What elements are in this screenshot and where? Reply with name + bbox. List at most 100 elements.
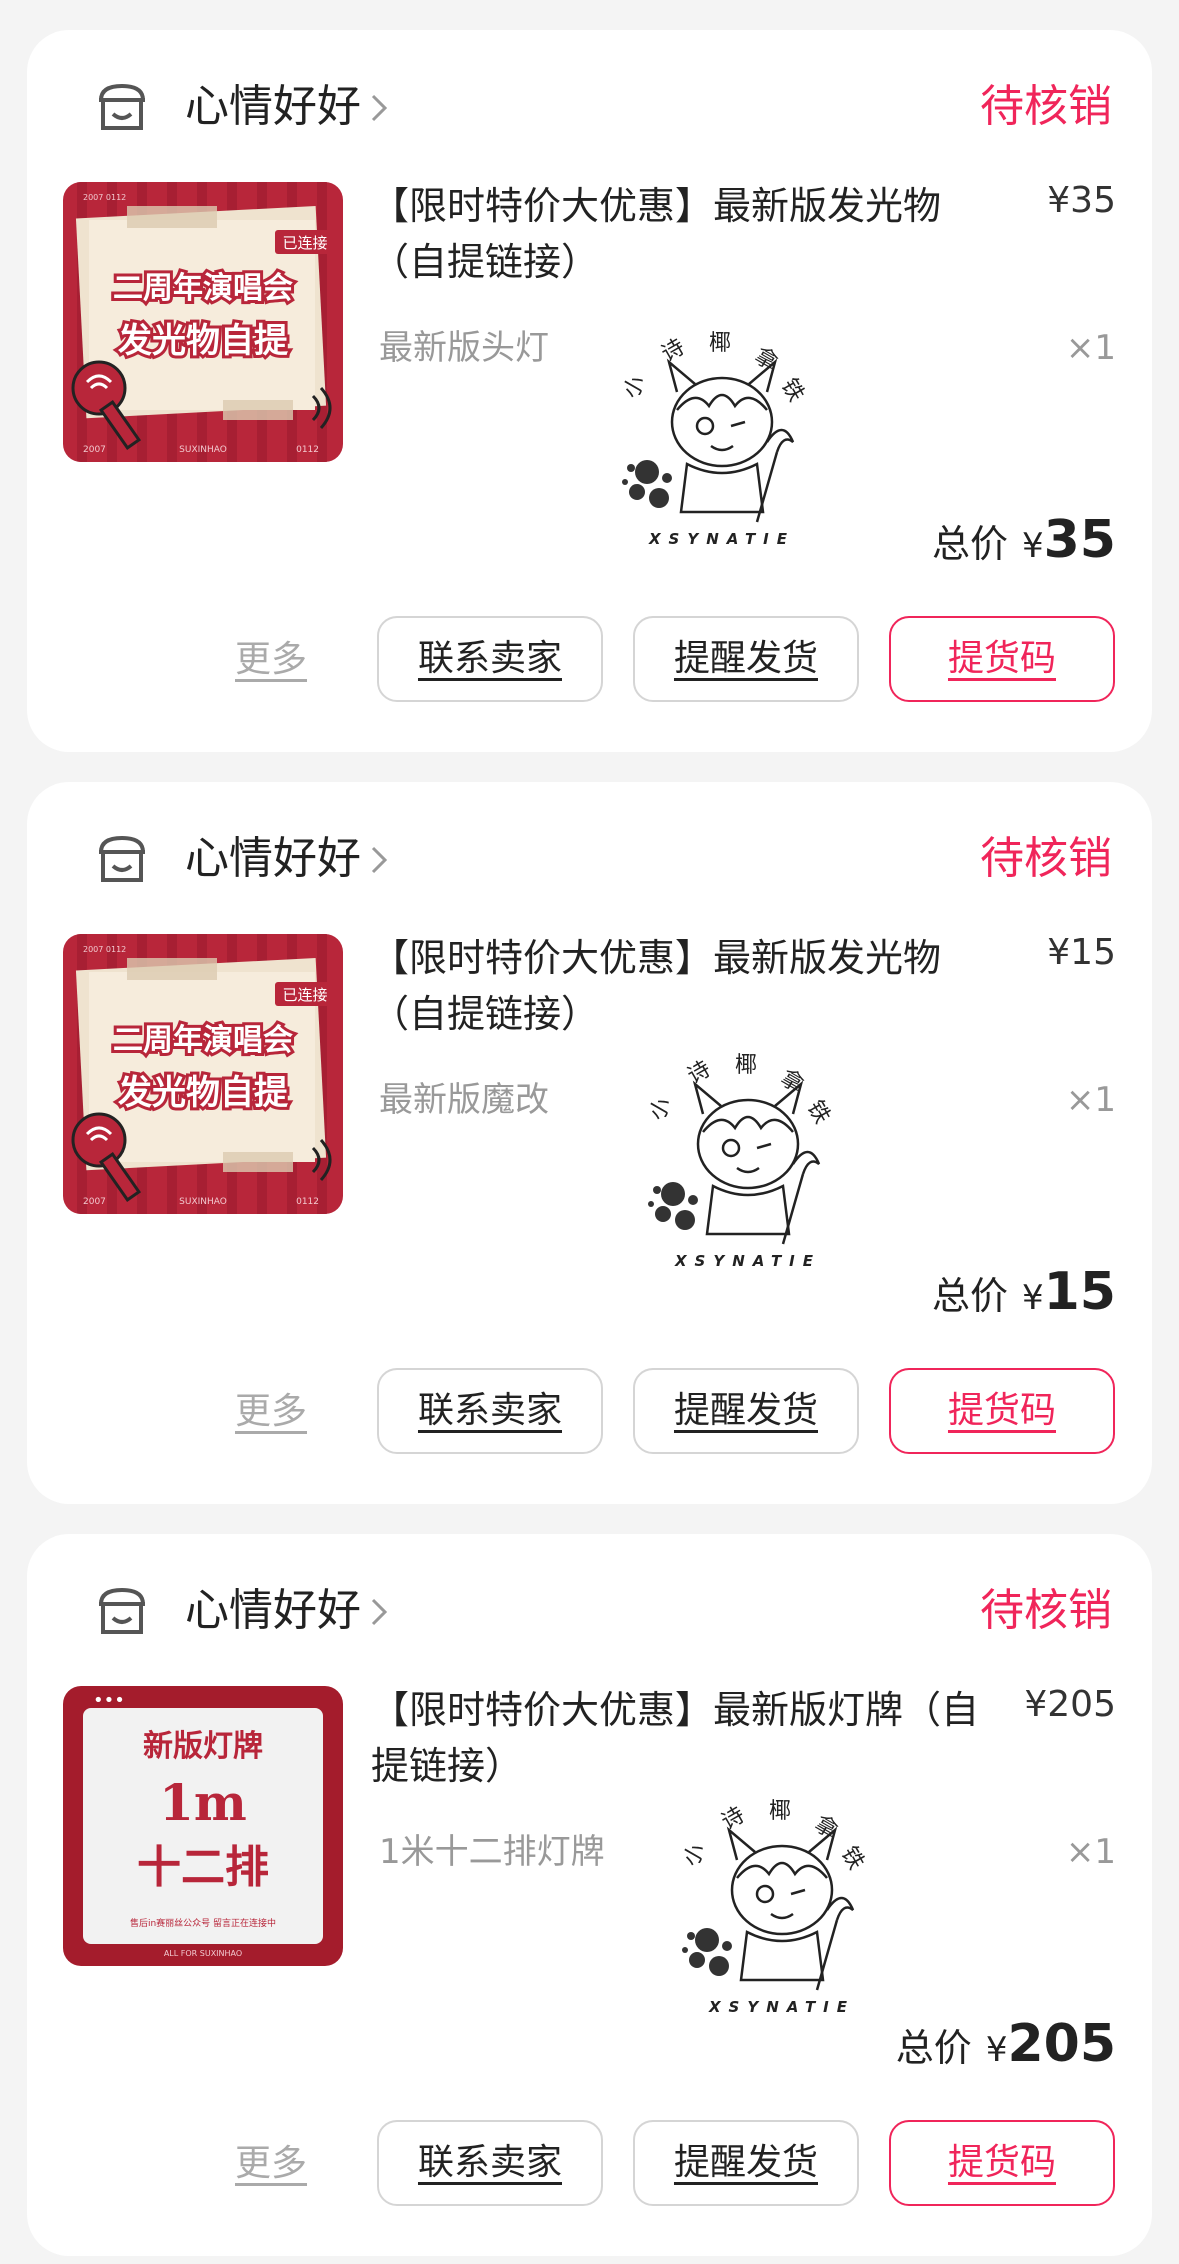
- thumb-line2: 发光物自提: [118, 321, 288, 361]
- contact-seller-button[interactable]: 联系卖家: [377, 616, 603, 702]
- thumb-tag: 已连接: [282, 986, 327, 1004]
- remind-ship-label: 提醒发货: [673, 2142, 818, 2183]
- pickup-code-button[interactable]: 提货码: [889, 616, 1115, 702]
- sticker-char: 椰: [709, 331, 731, 356]
- chevron-right-icon: [371, 846, 388, 874]
- thumb-footer-left: 2007: [83, 445, 106, 455]
- total-value: 205: [1007, 2014, 1116, 2074]
- thumb-dots: •••: [93, 1690, 125, 1711]
- product-image: ••• 新版灯牌 1m 十二排 售后in赛丽丝公众号 留言正在连接中 ALL F…: [63, 1686, 343, 1966]
- thumb-footer-right: 0112: [296, 445, 319, 455]
- thumb-small-text: 售后in赛丽丝公众号 留言正在连接中: [130, 1917, 276, 1929]
- order-card: 心情好好 待核销 已连接 二周年演唱会 发光物自提 2007 SUXINHAO …: [27, 782, 1152, 1504]
- order-list: 心情好好 待核销 已连接 二周年演唱会 发光物自提 2007 SUXINHAO …: [0, 0, 1179, 2264]
- sticker-caption: XSYNATIE: [708, 1998, 855, 2016]
- shop-header[interactable]: 心情好好 待核销: [67, 824, 1112, 894]
- shop-name[interactable]: 心情好好: [185, 824, 361, 894]
- product-title[interactable]: 【限时特价大优惠】最新版灯牌（自提链接）: [371, 1682, 1011, 1794]
- sticker-char: 铁: [836, 1843, 869, 1875]
- thumb-line2: 发光物自提: [118, 1073, 288, 1113]
- product-title[interactable]: 【限时特价大优惠】最新版发光物（自提链接）: [371, 930, 1011, 1042]
- total-currency: ¥: [985, 2030, 1008, 2070]
- total-label: 总价: [931, 522, 1008, 566]
- product-price: ¥15: [1047, 932, 1116, 973]
- remind-ship-button[interactable]: 提醒发货: [633, 1368, 859, 1454]
- order-total: 总价 ¥15: [932, 1262, 1116, 1332]
- product-thumbnail[interactable]: 已连接 二周年演唱会 发光物自提 2007 SUXINHAO 0112 2007…: [63, 182, 343, 462]
- total-value: 35: [1043, 510, 1116, 570]
- order-total: 总价 ¥35: [932, 510, 1116, 580]
- sticker-char: 小: [679, 1839, 712, 1871]
- order-status: 待核销: [980, 833, 1112, 884]
- thumb-footer-mid: SUXINHAO: [179, 445, 227, 455]
- product-quantity: ×1: [1065, 328, 1116, 368]
- product-quantity: ×1: [1065, 1080, 1116, 1120]
- shop-icon: [99, 835, 145, 882]
- sticker-char: 小: [645, 1093, 678, 1125]
- chevron-right-icon: [371, 1598, 388, 1626]
- pickup-code-label: 提货码: [947, 638, 1056, 679]
- thumb-corner: 2007 0112: [83, 945, 126, 954]
- pickup-code-button[interactable]: 提货码: [889, 2120, 1115, 2206]
- remind-ship-label: 提醒发货: [673, 1390, 818, 1431]
- order-status: 待核销: [980, 1585, 1112, 1636]
- contact-seller-button[interactable]: 联系卖家: [377, 2120, 603, 2206]
- pickup-code-button[interactable]: 提货码: [889, 1368, 1115, 1454]
- contact-seller-label: 联系卖家: [417, 1390, 562, 1431]
- sticker-char: 诗: [684, 1057, 716, 1090]
- remind-ship-button[interactable]: 提醒发货: [633, 2120, 859, 2206]
- sticker-char: 铁: [802, 1097, 835, 1129]
- product-variant: 1米十二排灯牌: [379, 1832, 605, 1872]
- shop-header[interactable]: 心情好好 待核销: [67, 1576, 1112, 1646]
- product-quantity: ×1: [1065, 1832, 1116, 1872]
- thumb-tag: 已连接: [282, 234, 327, 252]
- product-price: ¥205: [1024, 1684, 1116, 1725]
- shop-icon: [99, 83, 145, 130]
- watermark-sticker: 小 诗 椰 拿 铁 XSYNATIE: [645, 1053, 835, 1270]
- sticker-char: 椰: [769, 1799, 791, 1824]
- product-thumbnail[interactable]: 已连接 二周年演唱会 发光物自提 2007 SUXINHAO 0112 2007…: [63, 934, 343, 1214]
- total-label: 总价: [931, 1274, 1008, 1318]
- order-card: 心情好好 待核销 ••• 新版灯牌 1m 十二排 售后in赛丽丝公众号 留言正在…: [27, 1534, 1152, 2256]
- product-title[interactable]: 【限时特价大优惠】最新版发光物（自提链接）: [371, 178, 1011, 290]
- thumb-footer: ALL FOR SUXINHAO: [164, 1949, 242, 1958]
- thumb-line1: 新版灯牌: [143, 1729, 263, 1764]
- chevron-right-icon: [371, 94, 388, 122]
- thumb-line1: 二周年演唱会: [113, 271, 293, 306]
- contact-seller-button[interactable]: 联系卖家: [377, 1368, 603, 1454]
- sticker-caption: XSYNATIE: [648, 530, 795, 548]
- order-total: 总价 ¥205: [896, 2014, 1116, 2084]
- total-currency: ¥: [1021, 1278, 1044, 1318]
- more-button[interactable]: 更多: [235, 1382, 307, 1434]
- shop-name[interactable]: 心情好好: [185, 72, 361, 142]
- product-variant: 最新版魔改: [379, 1080, 549, 1120]
- thumb-footer-mid: SUXINHAO: [179, 1197, 227, 1207]
- remind-ship-button[interactable]: 提醒发货: [633, 616, 859, 702]
- shop-header[interactable]: 心情好好 待核销: [67, 72, 1112, 142]
- sticker-char: 诗: [718, 1803, 750, 1836]
- sticker-char: 诗: [658, 335, 690, 368]
- thumb-corner: 2007 0112: [83, 193, 126, 202]
- more-button[interactable]: 更多: [235, 630, 307, 682]
- total-label: 总价: [895, 2026, 972, 2070]
- thumb-line3: 十二排: [137, 1842, 269, 1893]
- thumb-footer-right: 0112: [296, 1197, 319, 1207]
- contact-seller-label: 联系卖家: [417, 638, 562, 679]
- product-image: 已连接 二周年演唱会 发光物自提 2007 SUXINHAO 0112 2007…: [63, 934, 343, 1214]
- sticker-caption: XSYNATIE: [674, 1252, 821, 1270]
- total-currency: ¥: [1021, 526, 1044, 566]
- remind-ship-label: 提醒发货: [673, 638, 818, 679]
- thumb-line1: 二周年演唱会: [113, 1023, 293, 1058]
- thumb-footer-left: 2007: [83, 1197, 106, 1207]
- total-value: 15: [1043, 1262, 1116, 1322]
- more-button[interactable]: 更多: [235, 2134, 307, 2186]
- shop-name[interactable]: 心情好好: [185, 1576, 361, 1646]
- shop-icon: [99, 1587, 145, 1634]
- product-image: 已连接 二周年演唱会 发光物自提 2007 SUXINHAO 0112 2007…: [63, 182, 343, 462]
- product-variant: 最新版头灯: [379, 328, 549, 368]
- watermark-sticker: 小 诗 椰 拿 铁 XSYNATIE: [679, 1799, 869, 2016]
- watermark-sticker: 小 诗 椰 拿 铁 XSYNATIE: [619, 331, 809, 548]
- product-thumbnail[interactable]: ••• 新版灯牌 1m 十二排 售后in赛丽丝公众号 留言正在连接中 ALL F…: [63, 1686, 343, 1966]
- order-card: 心情好好 待核销 已连接 二周年演唱会 发光物自提 2007 SUXINHAO …: [27, 30, 1152, 752]
- pickup-code-label: 提货码: [947, 1390, 1056, 1431]
